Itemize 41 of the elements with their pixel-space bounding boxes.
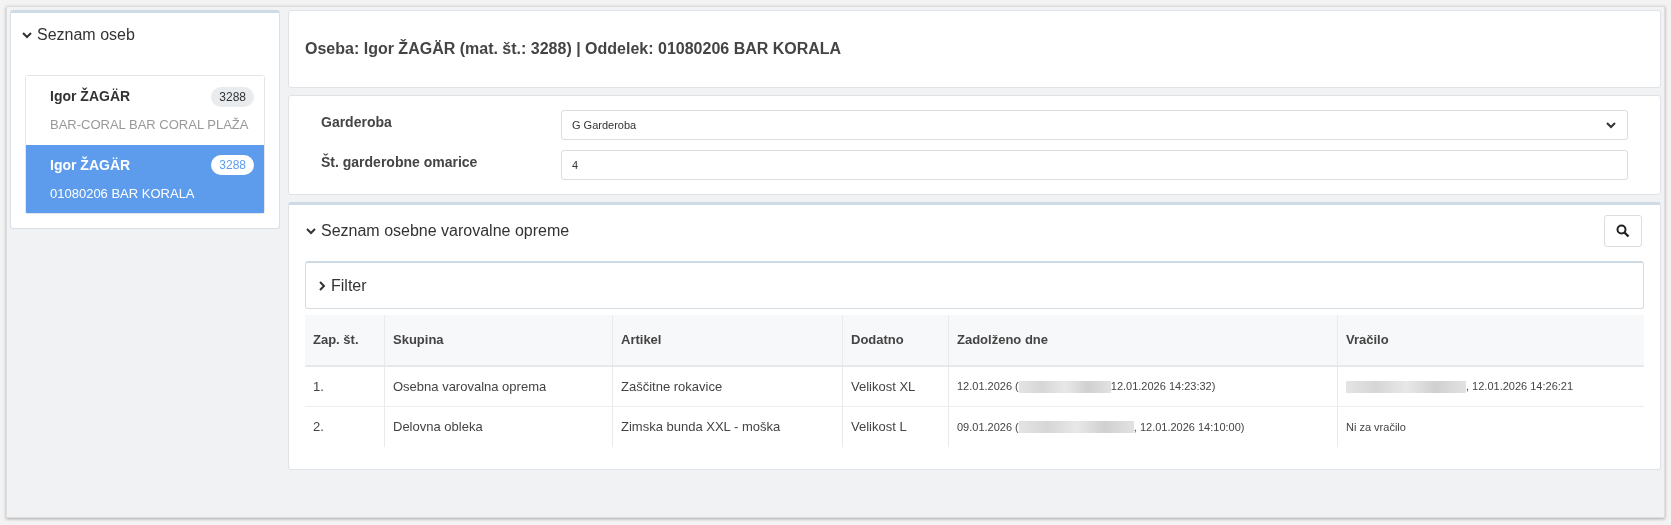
table-cell: Velikost XL xyxy=(843,367,949,406)
cell-text: 12.01.2026 ( xyxy=(957,379,1019,395)
dropdown-icon xyxy=(1605,119,1617,131)
column-header: Skupina xyxy=(385,315,613,365)
table-cell: Zimska bunda XXL - moška xyxy=(613,407,843,447)
section-title[interactable]: Seznam osebne varovalne opreme xyxy=(321,219,570,243)
count-badge: 3288 xyxy=(211,155,254,175)
column-header: Dodatno xyxy=(843,315,949,365)
page-heading: Oseba: Igor ŽAGÄR (mat. št.: 3288) | Oddelek: 01080206 BAR KORALA xyxy=(305,38,842,59)
select-field[interactable]: G Garderoba xyxy=(561,110,1628,140)
column-header: Artikel xyxy=(613,315,843,365)
field-label: Garderoba xyxy=(321,113,393,132)
column-header: Zap. št. xyxy=(305,315,385,365)
table-cell: 1. xyxy=(305,367,385,406)
department-text: 01080206 BAR KORALA xyxy=(50,184,196,203)
field-label: Št. garderobne omarice xyxy=(321,152,479,172)
table-cell: Zaščitne rokavice xyxy=(613,367,843,406)
panel-title[interactable]: Seznam oseb xyxy=(37,23,135,47)
input-field[interactable]: 4 xyxy=(561,150,1628,180)
search-button[interactable] xyxy=(1604,215,1642,247)
department-text: BAR-CORAL BAR CORAL PLAŽA xyxy=(50,116,250,134)
column-header: Vračilo xyxy=(1345,331,1390,350)
table-cell: Delovna obleka xyxy=(385,407,613,447)
cell-text: 09.01.2026 ( xyxy=(957,419,1019,435)
person-name: Igor ŽAGÄR xyxy=(50,155,131,175)
cell-text: , 12.01.2026 14:10:00) xyxy=(1133,419,1245,435)
column-header: Zadolženo dne xyxy=(949,315,1338,365)
table-cell: Osebna varovalna oprema xyxy=(385,367,613,406)
cell-text: 12.01.2026 14:23:32) xyxy=(1110,379,1216,395)
filter-label: Filter xyxy=(331,275,367,296)
cell-text: Ni za vračilo xyxy=(1346,419,1406,435)
cell-text: , 12.01.2026 14:26:21 xyxy=(1466,379,1574,395)
search-icon xyxy=(1616,224,1630,238)
person-name: Igor ŽAGÄR xyxy=(50,86,131,106)
chevron-icon xyxy=(21,29,33,41)
chevron-icon xyxy=(305,225,317,237)
table-cell: Velikost L xyxy=(843,407,949,447)
filter-panel[interactable]: Filter xyxy=(305,261,1644,309)
table-cell: 2. xyxy=(305,407,385,447)
count-badge: 3288 xyxy=(211,86,254,107)
chevron-icon xyxy=(316,279,328,292)
